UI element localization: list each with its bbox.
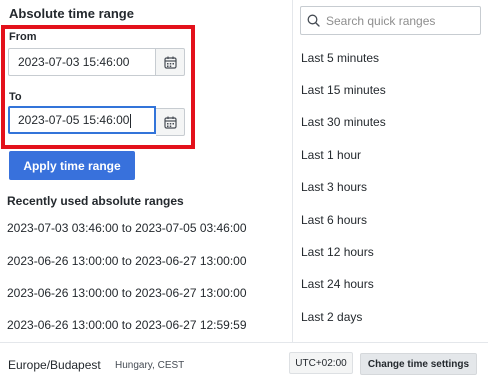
quick-range-item[interactable]: Last 30 minutes bbox=[301, 115, 386, 129]
quick-range-item[interactable]: Last 5 minutes bbox=[301, 51, 379, 65]
calendar-icon bbox=[163, 116, 177, 129]
quick-range-item[interactable]: Last 1 hour bbox=[301, 148, 361, 162]
quick-range-item[interactable]: Last 15 minutes bbox=[301, 83, 386, 97]
timezone-detail: Hungary, CEST bbox=[115, 360, 185, 371]
recent-range-item[interactable]: 2023-06-26 13:00:00 to 2023-06-27 13:00:… bbox=[7, 286, 247, 300]
quick-range-item[interactable]: Last 12 hours bbox=[301, 245, 374, 259]
to-label: To bbox=[9, 91, 22, 103]
recent-ranges-title: Recently used absolute ranges bbox=[7, 194, 184, 208]
from-input[interactable]: 2023-07-03 15:46:00 bbox=[8, 48, 156, 76]
from-label: From bbox=[9, 31, 37, 43]
text-caret bbox=[130, 113, 132, 128]
to-calendar-button[interactable] bbox=[156, 108, 185, 136]
search-placeholder: Search quick ranges bbox=[326, 13, 436, 28]
from-input-value: 2023-07-03 15:46:00 bbox=[18, 55, 130, 69]
recent-range-item[interactable]: 2023-06-26 13:00:00 to 2023-06-27 12:59:… bbox=[7, 318, 247, 332]
to-input-value: 2023-07-05 15:46:00 bbox=[18, 113, 130, 127]
absolute-range-title: Absolute time range bbox=[9, 6, 134, 21]
to-input[interactable]: 2023-07-05 15:46:00 bbox=[8, 106, 156, 134]
recent-range-item[interactable]: 2023-07-03 03:46:00 to 2023-07-05 03:46:… bbox=[7, 221, 247, 235]
timezone-footer: Europe/Budapest Hungary, CEST UTC+02:00 … bbox=[0, 342, 488, 386]
change-time-settings-button[interactable]: Change time settings bbox=[360, 353, 477, 375]
quick-range-item[interactable]: Last 6 hours bbox=[301, 213, 367, 227]
calendar-icon bbox=[163, 56, 177, 69]
quick-ranges-search-input[interactable]: Search quick ranges bbox=[300, 6, 481, 35]
search-icon bbox=[307, 14, 320, 27]
apply-time-range-button[interactable]: Apply time range bbox=[9, 151, 135, 180]
from-calendar-button[interactable] bbox=[156, 48, 185, 76]
quick-range-item[interactable]: Last 24 hours bbox=[301, 277, 374, 291]
quick-range-item[interactable]: Last 3 hours bbox=[301, 180, 367, 194]
quick-range-item[interactable]: Last 2 days bbox=[301, 310, 362, 324]
utc-offset-badge: UTC+02:00 bbox=[289, 352, 353, 374]
timezone-name: Europe/Budapest bbox=[8, 358, 101, 372]
recent-range-item[interactable]: 2023-06-26 13:00:00 to 2023-06-27 13:00:… bbox=[7, 254, 247, 268]
